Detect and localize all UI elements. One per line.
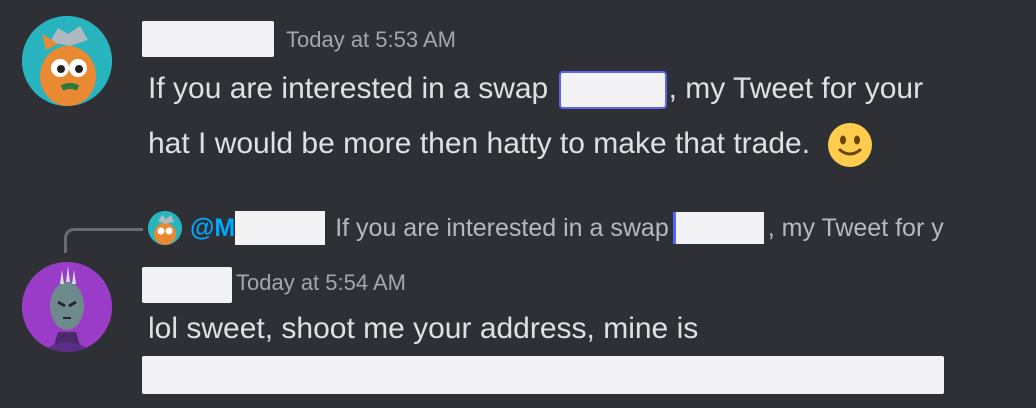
avatar[interactable] xyxy=(22,16,112,106)
cat-avatar-icon xyxy=(148,211,182,245)
reply-mention-redacted xyxy=(672,212,764,244)
address-redacted xyxy=(142,356,944,394)
message-timestamp[interactable]: Today at 5:54 AM xyxy=(236,272,406,294)
reply-text-fragment: , my Tweet for y xyxy=(767,213,944,242)
alien-avatar-icon xyxy=(22,262,112,352)
reply-mention[interactable]: @M xyxy=(190,214,235,243)
reply-avatar xyxy=(148,211,182,245)
reply-username-redacted xyxy=(235,211,326,245)
reply-text-fragment: If you are interested in a swap xyxy=(335,213,669,242)
message-text-line: lol sweet, shoot me your address, mine i… xyxy=(148,312,699,345)
username-redacted[interactable] xyxy=(142,21,274,57)
message-text-line: hat I would be more then hatty to make t… xyxy=(148,121,874,169)
slightly-smiling-emoji-icon[interactable] xyxy=(826,121,874,169)
message-timestamp[interactable]: Today at 5:53 AM xyxy=(286,29,456,51)
mention-redacted[interactable] xyxy=(558,71,667,109)
message-text-fragment: , my Tweet for your xyxy=(668,71,924,105)
username-redacted[interactable] xyxy=(142,267,232,303)
reply-preview[interactable]: @M If you are interested in a swap , my … xyxy=(148,210,944,246)
reply-connector xyxy=(64,228,143,253)
avatar[interactable] xyxy=(22,262,112,352)
cat-avatar-icon xyxy=(22,16,112,106)
message-text-fragment: If you are interested in a swap xyxy=(148,71,549,105)
message-text-line: If you are interested in a swap , my Twe… xyxy=(148,71,923,109)
message-text-fragment: hat I would be more then hatty to make t… xyxy=(148,126,811,160)
